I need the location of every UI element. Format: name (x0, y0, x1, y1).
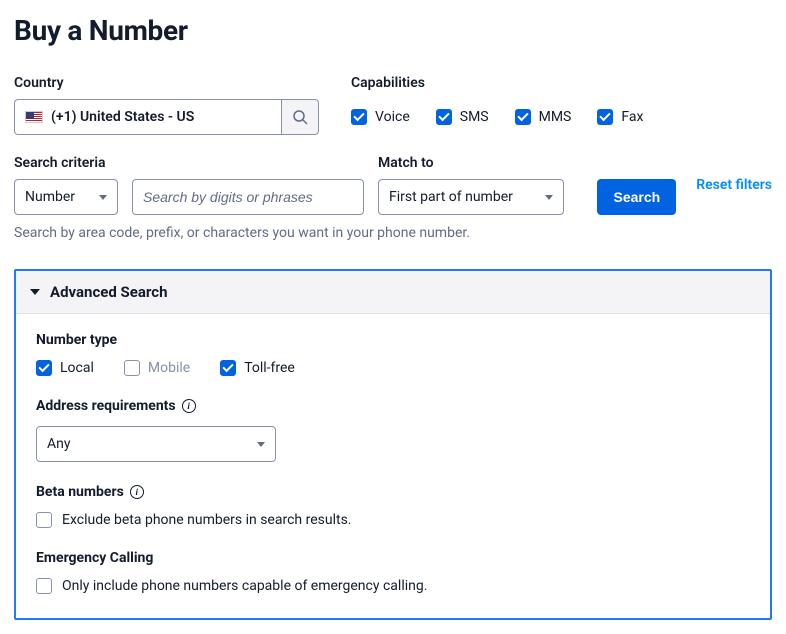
checkbox-local[interactable] (36, 360, 52, 376)
search-icon (292, 109, 308, 125)
page-title: Buy a Number (14, 14, 772, 47)
checkbox-emergency[interactable] (36, 578, 52, 594)
number-type-tollfree[interactable]: Toll-free (220, 360, 295, 376)
match-to-value: First part of number (389, 189, 513, 205)
capabilities-label: Capabilities (351, 75, 643, 91)
address-requirements-select[interactable]: Any (36, 426, 276, 462)
capability-mms-label: MMS (539, 109, 572, 125)
number-type-mobile-label: Mobile (148, 360, 190, 376)
search-criteria-select[interactable]: Number (14, 179, 118, 215)
checkbox-sms[interactable] (436, 109, 452, 125)
checkbox-exclude-beta[interactable] (36, 512, 52, 528)
checkbox-voice[interactable] (351, 109, 367, 125)
capability-fax[interactable]: Fax (597, 109, 643, 125)
capabilities-row: Voice SMS MMS Fax (351, 99, 643, 135)
number-type-local[interactable]: Local (36, 360, 94, 376)
search-criteria-label: Search criteria (14, 155, 364, 171)
chevron-down-icon (99, 195, 107, 200)
number-type-mobile[interactable]: Mobile (124, 360, 190, 376)
number-type-local-label: Local (60, 360, 94, 376)
number-type-label: Number type (36, 332, 750, 348)
address-requirements-label: Address requirements (36, 398, 750, 414)
address-requirements-value: Any (47, 436, 71, 452)
number-type-tollfree-label: Toll-free (244, 360, 295, 376)
search-button[interactable]: Search (597, 179, 676, 215)
advanced-search-header[interactable]: Advanced Search (16, 271, 770, 314)
capability-voice[interactable]: Voice (351, 109, 410, 125)
capability-fax-label: Fax (621, 109, 643, 125)
search-criteria-value: Number (25, 189, 75, 205)
advanced-search-title: Advanced Search (50, 283, 167, 301)
info-icon[interactable] (130, 485, 144, 499)
country-label: Country (14, 75, 319, 91)
info-icon[interactable] (182, 399, 196, 413)
match-to-select[interactable]: First part of number (378, 179, 564, 215)
search-input[interactable] (132, 179, 364, 215)
country-selected-value: (+1) United States - US (51, 109, 194, 125)
emergency-label: Only include phone numbers capable of em… (62, 578, 427, 594)
emergency-calling-label: Emergency Calling (36, 550, 750, 566)
checkbox-fax[interactable] (597, 109, 613, 125)
search-hint: Search by area code, prefix, or characte… (14, 225, 772, 241)
country-search-button[interactable] (281, 99, 319, 135)
checkbox-tollfree[interactable] (220, 360, 236, 376)
exclude-beta-label: Exclude beta phone numbers in search res… (62, 512, 351, 528)
reset-filters-link[interactable]: Reset filters (696, 177, 772, 193)
chevron-down-icon (545, 195, 553, 200)
capability-voice-label: Voice (375, 109, 410, 125)
country-select[interactable]: (+1) United States - US (14, 99, 281, 135)
advanced-search-panel: Advanced Search Number type Local Mobile… (14, 269, 772, 620)
checkbox-mobile[interactable] (124, 360, 140, 376)
capability-sms-label: SMS (460, 109, 489, 125)
chevron-down-icon (257, 442, 265, 447)
capability-sms[interactable]: SMS (436, 109, 489, 125)
us-flag-icon (25, 111, 43, 123)
match-to-label: Match to (378, 155, 564, 171)
checkbox-mms[interactable] (515, 109, 531, 125)
capability-mms[interactable]: MMS (515, 109, 572, 125)
triangle-down-icon (30, 289, 40, 295)
beta-numbers-label: Beta numbers (36, 484, 750, 500)
